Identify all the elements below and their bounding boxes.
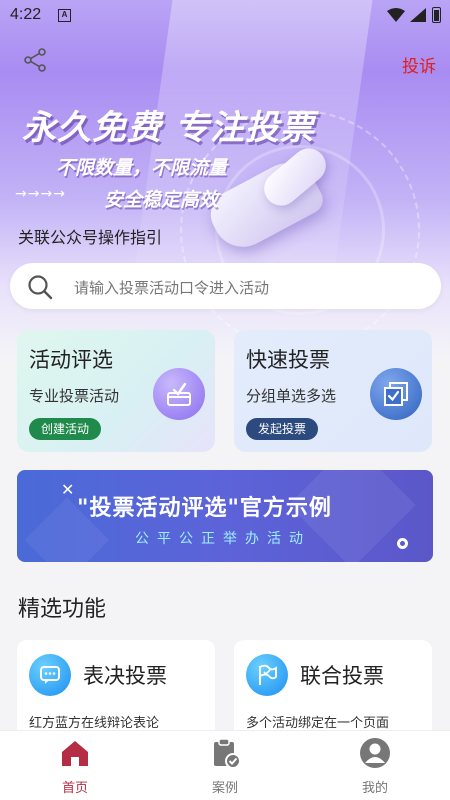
feature-title: 表决投票 — [83, 664, 167, 688]
sim-icon: A — [58, 9, 71, 22]
search-bar[interactable]: 请输入投票活动口令进入活动 — [10, 263, 441, 309]
create-activity-button[interactable]: 创建活动 — [29, 418, 102, 440]
banner-subtitle-2: 安全稳定高效 — [104, 189, 219, 211]
feature-desc: 红方蓝方在线辩论表论 — [29, 716, 160, 731]
share-icon[interactable] — [22, 47, 48, 73]
card-quick-vote[interactable]: 快速投票 分组单选多选 发起投票 — [234, 330, 432, 452]
feature-card-resolution-vote[interactable]: 表决投票 红方蓝方在线辩论表论 — [17, 640, 215, 740]
card-desc: 专业投票活动 — [29, 387, 120, 405]
feature-title: 联合投票 — [300, 664, 384, 688]
section-title: 精选功能 — [18, 597, 107, 622]
flag-icon — [246, 654, 288, 696]
tab-home[interactable]: 首页 — [35, 737, 115, 797]
guide-link[interactable]: 关联公众号操作指引 — [18, 224, 162, 248]
battery-icon — [432, 7, 441, 23]
home-icon — [62, 741, 88, 766]
stacked-check-icon — [370, 368, 422, 420]
banner-subtitle-1: 不限数量，不限流量 — [56, 157, 228, 179]
chat-bubble-icon — [29, 654, 71, 696]
user-icon — [360, 738, 390, 768]
complain-link[interactable]: 投诉 — [402, 52, 436, 77]
start-vote-button[interactable]: 发起投票 — [246, 418, 319, 440]
banner-arrows: →→→→ — [15, 186, 66, 202]
card-activity-selection[interactable]: 活动评选 专业投票活动 创建活动 — [17, 330, 215, 452]
feature-card-joint-vote[interactable]: 联合投票 多个活动绑定在一个页面 — [234, 640, 432, 740]
card-title: 快速投票 — [246, 348, 330, 372]
bottom-tab-bar: 首页 案例 我的 — [0, 730, 450, 800]
ballot-box-icon — [153, 368, 205, 420]
promo-title: "投票活动评选"官方示例 — [77, 496, 332, 521]
tab-label: 首页 — [61, 781, 88, 796]
search-icon — [28, 275, 53, 300]
feature-desc: 多个活动绑定在一个页面 — [246, 716, 390, 731]
close-mark-icon: ✕ — [61, 480, 75, 499]
wifi-icon — [387, 8, 405, 22]
card-desc: 分组单选多选 — [246, 387, 337, 405]
clipboard-check-icon — [214, 738, 241, 769]
search-input[interactable]: 请输入投票活动口令进入活动 — [74, 277, 269, 298]
tab-label: 我的 — [361, 781, 388, 796]
tab-cases[interactable]: 案例 — [185, 737, 265, 797]
official-example-banner[interactable]: ✕ "投票活动评选"官方示例 公平公正举办活动 — [17, 470, 433, 562]
card-title: 活动评选 — [29, 348, 113, 372]
banner-title: 永久免费 专注投票 — [22, 108, 315, 148]
decor-circle — [397, 538, 408, 549]
signal-icon — [410, 8, 426, 22]
tab-mine[interactable]: 我的 — [335, 737, 415, 797]
status-time: 4:22 — [10, 6, 42, 23]
promo-subtitle: 公平公正举办活动 — [135, 531, 311, 547]
status-bar: 4:22 A — [0, 0, 450, 30]
tab-label: 案例 — [211, 781, 238, 796]
